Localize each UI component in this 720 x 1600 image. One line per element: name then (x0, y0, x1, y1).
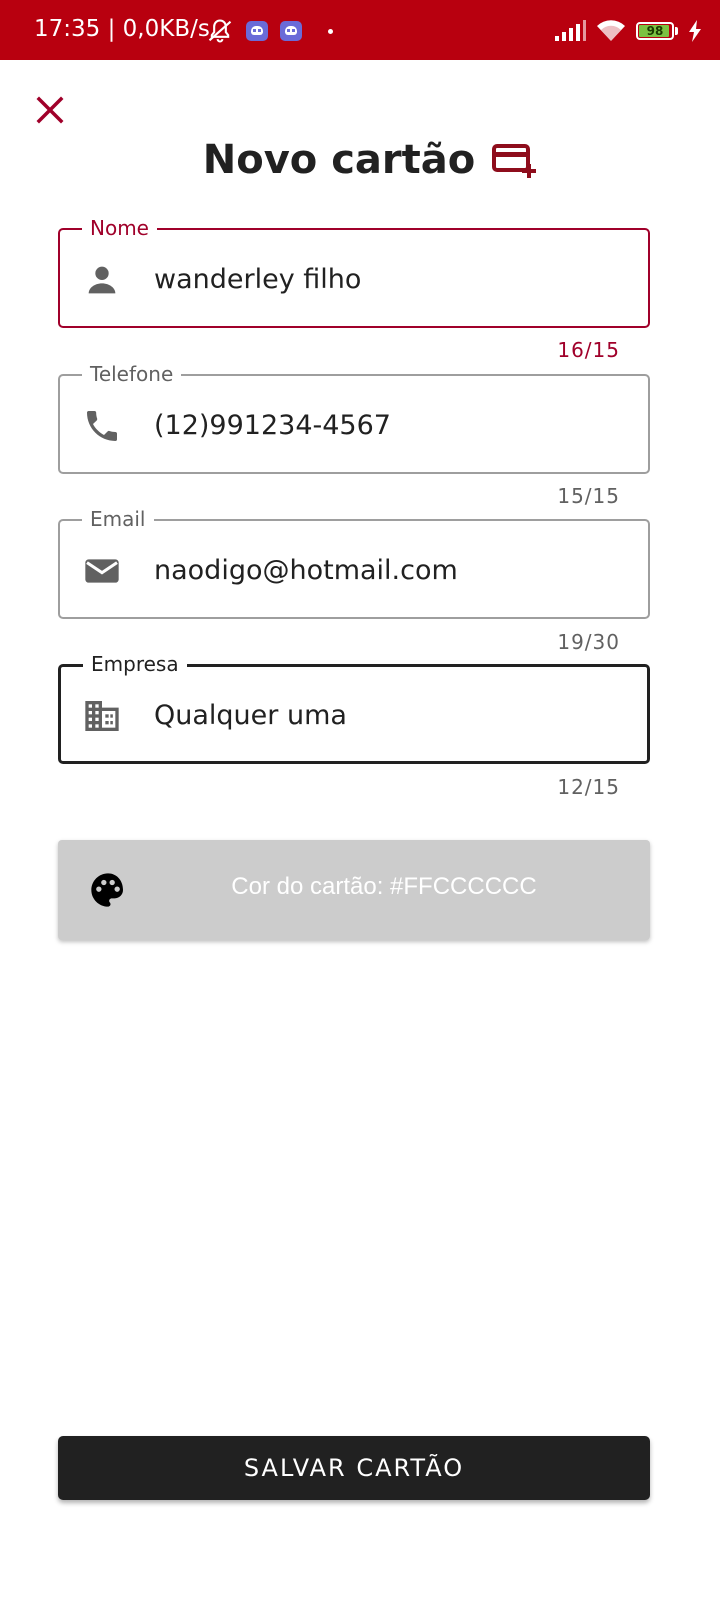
phone-field[interactable]: Telefone (12)991234-4567 (58, 362, 650, 474)
email-field[interactable]: Email naodigo@hotmail.com (58, 507, 650, 619)
muted-bell-icon (208, 19, 232, 43)
phone-input[interactable]: (12)991234-4567 (154, 408, 624, 444)
email-icon (85, 559, 119, 583)
battery-icon: 98 (636, 22, 674, 40)
email-input[interactable]: naodigo@hotmail.com (154, 553, 624, 589)
company-field-label: Empresa (83, 652, 187, 676)
discord-icon (280, 21, 302, 41)
phone-field-label: Telefone (82, 362, 182, 386)
card-color-label: Cor do cartão: #FFCCCCCC (231, 873, 537, 900)
status-bar: 17:35 | 0,0KB/s 98 (0, 0, 720, 60)
signal-icon (555, 20, 586, 41)
name-input[interactable]: wanderley filho (154, 262, 624, 298)
email-char-counter: 19/30 (557, 630, 620, 654)
header: Novo cartão (0, 137, 720, 183)
battery-indicator: 98 (636, 22, 678, 40)
battery-level: 98 (646, 24, 664, 38)
company-char-counter: 12/15 (557, 775, 620, 799)
name-field-label: Nome (82, 216, 157, 240)
company-input[interactable]: Qualquer uma (154, 698, 624, 734)
company-field[interactable]: Empresa Qualquer uma (58, 652, 650, 764)
wifi-icon (597, 20, 625, 41)
phone-icon (87, 411, 117, 441)
status-time: 17:35 | 0,0KB/s (34, 16, 210, 42)
save-card-button[interactable]: SALVAR CARTÃO (58, 1436, 650, 1500)
name-char-counter: 16/15 (557, 338, 620, 362)
email-field-label: Email (82, 507, 154, 531)
name-field[interactable]: Nome wanderley filho (58, 216, 650, 328)
person-icon (88, 266, 116, 294)
status-system-icons: 98 (554, 16, 702, 46)
card-color-button[interactable]: Cor do cartão: #FFCCCCCC (58, 840, 650, 940)
status-notification-icons (206, 16, 333, 46)
discord-icon (246, 21, 268, 41)
phone-char-counter: 15/15 (557, 484, 620, 508)
more-notifications-icon (328, 28, 333, 34)
close-icon (36, 96, 64, 124)
page-title: Novo cartão (202, 137, 476, 183)
charging-bolt-icon (689, 20, 701, 42)
close-button[interactable] (30, 90, 70, 130)
building-icon (85, 701, 119, 731)
credit-card-add-icon (492, 144, 537, 178)
